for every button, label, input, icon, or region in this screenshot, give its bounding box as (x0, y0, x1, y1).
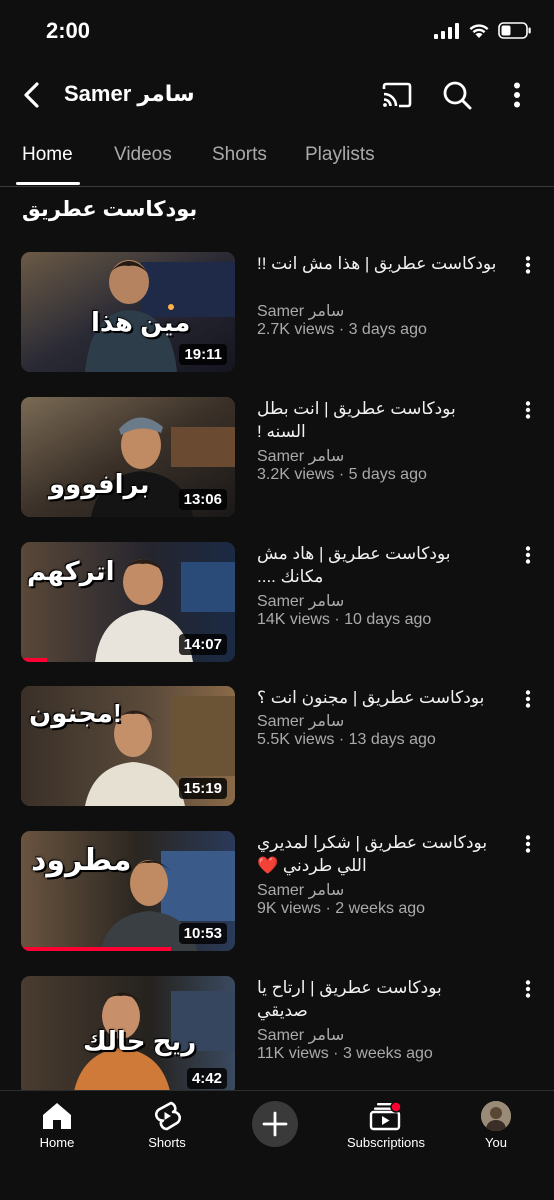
back-arrow-icon[interactable] (18, 79, 46, 111)
video-title[interactable]: بودكاست عطريق | ارتاح يا صديقي (257, 976, 497, 1022)
nav-shorts-label: Shorts (148, 1135, 186, 1150)
video-channel: Samer سامر (257, 713, 345, 730)
create-plus-icon (262, 1111, 288, 1137)
create-button[interactable] (252, 1101, 298, 1147)
video-duration: 13:06 (178, 489, 227, 510)
video-duration: 10:53 (178, 923, 227, 944)
video-more-icon[interactable] (518, 978, 538, 1000)
video-duration: 14:07 (178, 634, 227, 655)
nav-subscriptions[interactable]: Subscriptions (331, 1101, 441, 1150)
video-channel: Samer سامر (257, 882, 345, 899)
battery-icon (498, 22, 531, 39)
video-more-icon[interactable] (518, 254, 538, 276)
nav-home[interactable]: Home (2, 1101, 112, 1150)
top-actions (380, 78, 534, 112)
video-stats: 3.2K views · 5 days ago (257, 466, 427, 483)
video-duration: 19:11 (179, 344, 227, 365)
thumbnail-caption: مين هذا (91, 307, 191, 337)
nav-shorts[interactable]: Shorts (112, 1101, 222, 1150)
video-title[interactable]: بودكاست عطريق | شكرا لمديري اللي طردني ❤… (257, 831, 497, 877)
video-thumbnail[interactable]: مجنون! 15:19 (21, 686, 235, 806)
status-bar: 2:00 (0, 0, 554, 64)
video-title[interactable]: بودكاست عطريق | هذا مش انت !! (257, 252, 497, 275)
video-item[interactable]: مطرود 10:53 بودكاست عطريق | شكرا لمديري … (0, 831, 554, 955)
tab-shorts[interactable]: Shorts (212, 144, 267, 166)
thumbnail-caption: مطرود (31, 844, 132, 877)
video-stats: 2.7K views · 3 days ago (257, 321, 427, 338)
app-root: 2:00 Samer سامر Home Videos Shorts Playl… (0, 0, 554, 1200)
section-title: بودكاست عطريق (22, 198, 198, 221)
cellular-signal-icon (434, 22, 459, 39)
video-channel: Samer سامر (257, 593, 345, 610)
watch-progress-bar (21, 658, 47, 662)
video-item[interactable]: برافووو 13:06 بودكاست عطريق | انت بطل ال… (0, 397, 554, 521)
avatar (481, 1101, 511, 1131)
more-vert-icon[interactable] (500, 78, 534, 112)
top-bar: Samer سامر (0, 64, 554, 126)
nav-home-label: Home (39, 1135, 75, 1150)
video-duration: 4:42 (186, 1068, 227, 1089)
video-duration: 15:19 (178, 778, 227, 799)
shorts-icon (154, 1101, 181, 1131)
video-stats: 11K views · 3 weeks ago (257, 1045, 433, 1062)
home-icon (43, 1103, 71, 1129)
tab-playlists[interactable]: Playlists (305, 144, 375, 166)
status-time: 2:00 (46, 18, 91, 43)
video-thumbnail[interactable]: مطرود 10:53 (21, 831, 235, 951)
video-item[interactable]: مين هذا 19:11 بودكاست عطريق | هذا مش انت… (0, 252, 554, 376)
thumbnail-caption: اتركهم (27, 556, 115, 586)
video-title[interactable]: بودكاست عطريق | هاد مش مكانك .... (257, 542, 497, 588)
video-item[interactable]: ريح حالك 4:42 بودكاست عطريق | ارتاح يا ص… (0, 976, 554, 1100)
channel-tabs: Home Videos Shorts Playlists (0, 130, 554, 187)
video-title[interactable]: بودكاست عطريق | مجنون انت ؟ (257, 686, 497, 709)
video-stats: 9K views · 2 weeks ago (257, 900, 426, 917)
thumbnail-caption: مجنون! (29, 698, 122, 728)
video-thumbnail[interactable]: اتركهم 14:07 (21, 542, 235, 662)
video-item[interactable]: اتركهم 14:07 بودكاست عطريق | هاد مش مكان… (0, 542, 554, 666)
nav-you-label: You (485, 1135, 507, 1150)
video-title[interactable]: بودكاست عطريق | انت بطل السنه ! (257, 397, 497, 443)
video-stats: 5.5K views · 13 days ago (257, 731, 436, 748)
bottom-navigation: Home Shorts Subscriptions You (0, 1090, 554, 1200)
active-tab-indicator (16, 182, 80, 185)
video-more-icon[interactable] (518, 688, 538, 710)
tab-home[interactable]: Home (22, 144, 73, 166)
video-stats: 14K views · 10 days ago (257, 611, 432, 628)
video-item[interactable]: مجنون! 15:19 بودكاست عطريق | مجنون انت ؟… (0, 686, 554, 810)
channel-title: Samer سامر (64, 81, 195, 106)
video-more-icon[interactable] (518, 544, 538, 566)
tab-videos[interactable]: Videos (114, 144, 172, 166)
thumbnail-caption: برافووو (49, 469, 150, 499)
video-thumbnail[interactable]: مين هذا 19:11 (21, 252, 235, 372)
search-icon[interactable] (440, 78, 474, 112)
status-icons (434, 22, 532, 39)
thumbnail-caption: ريح حالك (83, 1026, 197, 1056)
cast-icon[interactable] (380, 78, 414, 112)
watch-progress-bar (21, 947, 171, 951)
subscriptions-icon (369, 1101, 402, 1131)
video-channel: Samer سامر (257, 303, 345, 320)
video-more-icon[interactable] (518, 833, 538, 855)
video-channel: Samer سامر (257, 1027, 345, 1044)
video-channel: Samer سامر (257, 448, 345, 465)
wifi-icon (469, 24, 489, 38)
video-thumbnail[interactable]: برافووو 13:06 (21, 397, 235, 517)
video-thumbnail[interactable]: ريح حالك 4:42 (21, 976, 235, 1096)
nav-you[interactable]: You (441, 1101, 551, 1150)
video-more-icon[interactable] (518, 399, 538, 421)
nav-subscriptions-label: Subscriptions (346, 1135, 426, 1150)
